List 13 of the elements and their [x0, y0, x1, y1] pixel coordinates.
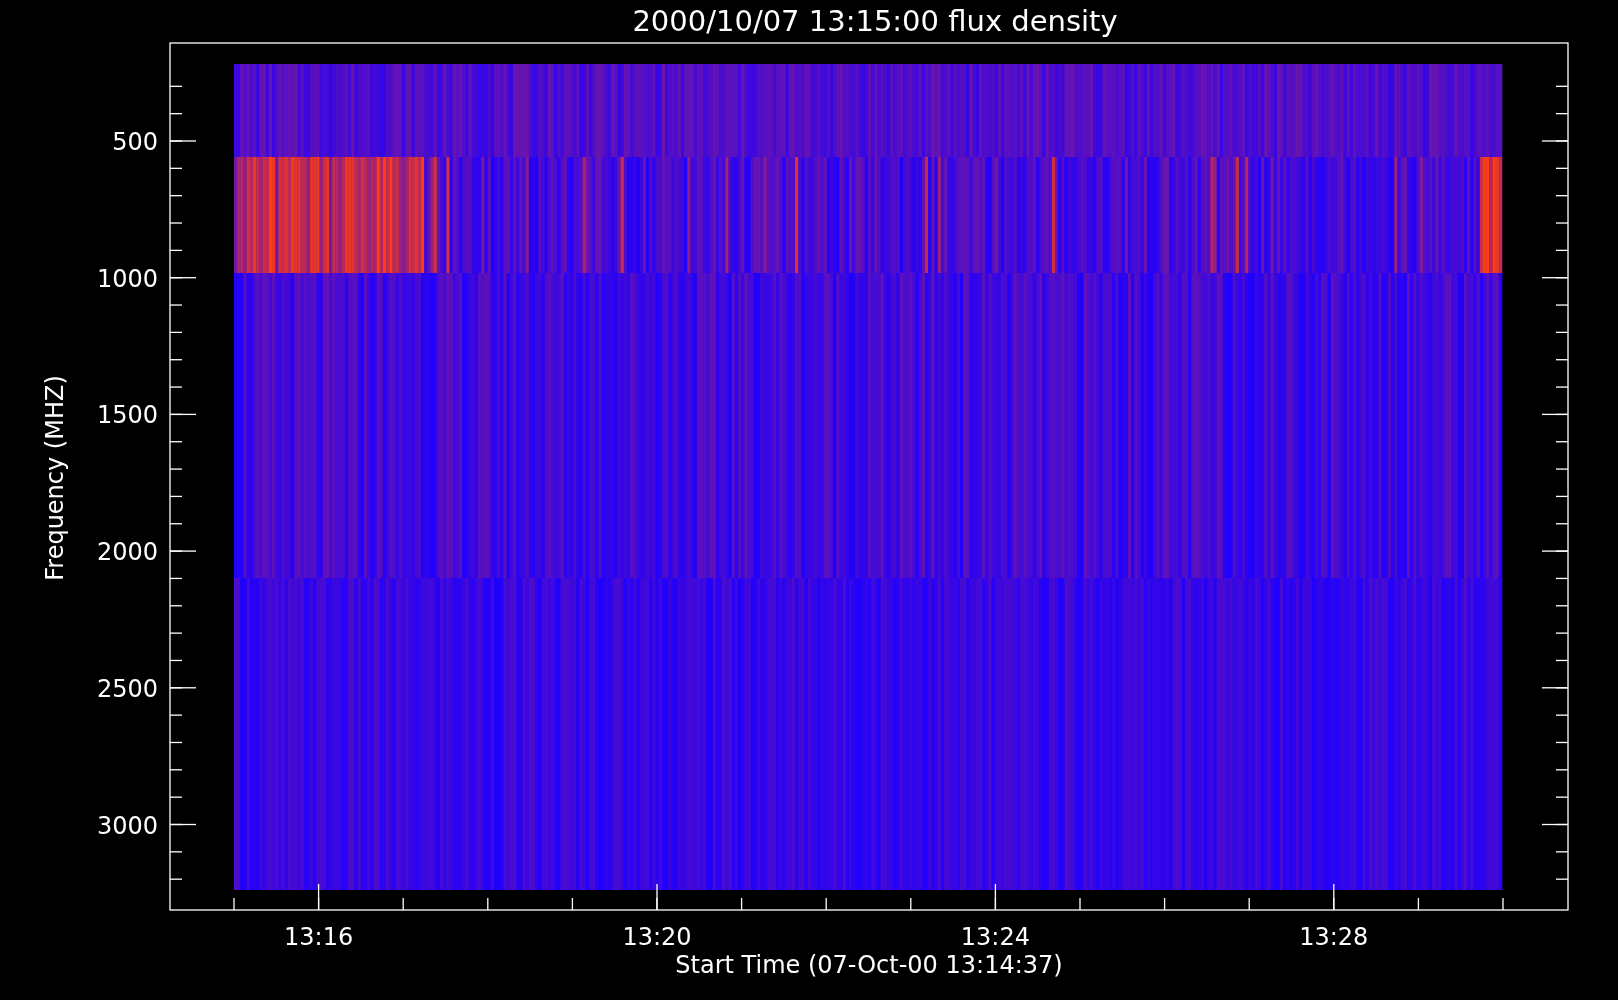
x-axis-label: Start Time (07-Oct-00 13:14:37)	[675, 951, 1063, 979]
y-tick-label: 3000	[96, 811, 158, 840]
x-tick-label: 13:20	[622, 923, 692, 951]
x-tick-label: 13:16	[284, 923, 354, 951]
y-tick-label: 2000	[96, 538, 158, 567]
y-tick-label: 1500	[96, 401, 158, 430]
y-axis-label: Frequency (MHZ)	[41, 375, 69, 581]
x-tick-label: 13:24	[960, 923, 1030, 951]
y-tick-label: 500	[112, 128, 158, 156]
y-tick-label: 2500	[96, 674, 158, 703]
plot-title: 2000/10/07 13:15:00 flux density	[632, 4, 1118, 38]
y-tick-label: 1000	[96, 264, 158, 293]
x-tick-label: 13:28	[1299, 923, 1369, 951]
